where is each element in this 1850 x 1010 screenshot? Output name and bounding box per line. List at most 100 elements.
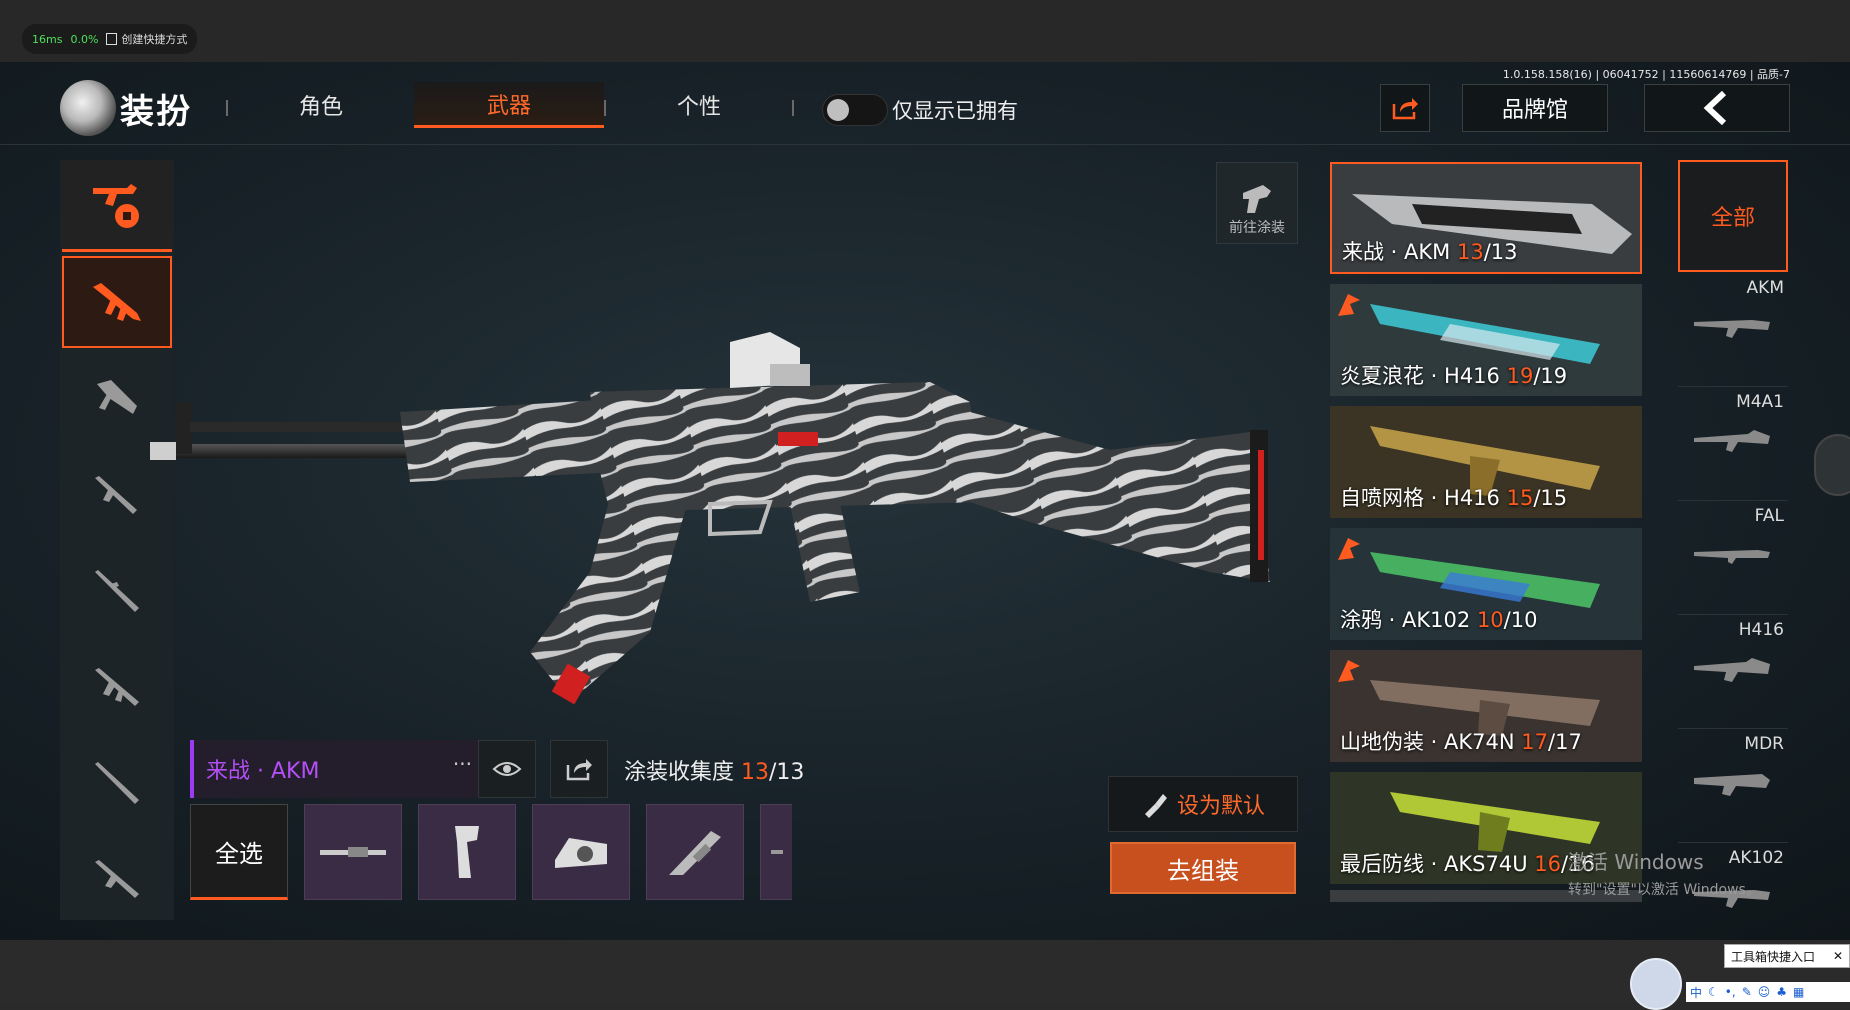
version-string: 1.0.158.158(16) | 06041752 | 11560614769… [1502,68,1790,81]
tab-weapon[interactable]: 武器 [414,82,604,128]
emoji-icon[interactable]: ☺ [1758,985,1771,999]
more-options-button[interactable]: ··· [453,752,472,776]
ime-indicator[interactable]: 中 [1690,984,1702,1001]
punctuation-icon[interactable]: •, [1725,985,1736,999]
goto-paint-button[interactable]: 前往涂装 [1216,162,1298,244]
skin-card[interactable]: 来战 · AKM 13/13 [1330,162,1642,274]
tab-label: 武器 [486,93,531,119]
close-icon[interactable]: ✕ [1833,949,1843,963]
weapon-filter-sidebar: 全部 AKM M4A1 FAL H416 MDR AK102 [1678,160,1788,940]
sniper-icon [95,570,139,612]
windows-activation-watermark: 激活 Windows 转到"设置"以激活 Windows。 [1568,846,1760,899]
share-icon [566,759,592,781]
event-flag-icon [1338,294,1360,316]
stock-part-icon [669,831,721,875]
part-optic[interactable] [532,804,630,900]
optic-part-icon [555,838,607,868]
part-magazine[interactable] [418,804,516,900]
skin-card-label: 最后防线 · AKS74U 16/16 [1340,852,1595,876]
activation-subtitle: 转到"设置"以激活 Windows。 [1568,882,1760,898]
share-skin-button[interactable] [550,740,608,798]
paint-gun-icon [1243,185,1271,213]
tab-label: 个性 [676,95,721,120]
tab-divider [792,100,794,116]
assemble-button[interactable]: 去组装 [1110,842,1296,894]
shotgun-icon [95,476,137,514]
shirt-icon[interactable]: ♣ [1776,985,1787,999]
dmr-icon [95,668,139,706]
moon-icon[interactable]: ☾ [1708,985,1719,999]
weapon-name: H416 [1738,620,1784,640]
side-drawer-handle[interactable] [1814,434,1850,496]
select-all-button[interactable]: 全选 [190,804,288,900]
weapon-name: FAL [1754,506,1784,526]
spray-brush-icon [1144,794,1167,818]
category-all[interactable] [62,160,172,252]
latency-readout: 16ms [32,32,63,46]
lmg-icon [95,860,139,898]
part-barrel[interactable] [304,804,402,900]
selected-skin-name: 来战 · AKM [206,759,320,784]
skin-card-label: 来战 · AKM 13/13 [1342,240,1518,264]
collection-current: 13 [741,760,770,785]
filter-weapon-m4a1[interactable]: M4A1 [1678,390,1788,501]
window-bottom-border [0,940,1850,1002]
skin-card-label: 山地伪装 · AK74N 17/17 [1340,730,1582,754]
brand-hall-label: 品牌馆 [1501,98,1568,123]
filter-weapon-akm[interactable]: AKM [1678,276,1788,387]
set-default-label: 设为默认 [1176,794,1265,819]
share-icon [1392,98,1418,120]
rifle-icon [1694,774,1770,796]
part-stock[interactable] [646,804,744,900]
partial-part-icon [770,850,783,854]
shortcut-icon [106,33,118,45]
performance-overlay[interactable]: 16ms 0.0% 创建快捷方式 [22,24,198,54]
skin-card[interactable]: 炎夏浪花 · H416 19/19 [1330,284,1642,396]
cpu-readout: 0.0% [70,32,99,46]
weapon-name: MDR [1744,734,1784,754]
share-button[interactable] [1380,84,1430,132]
skin-card[interactable]: 山地伪装 · AK74N 17/17 [1330,650,1642,762]
eye-icon [492,762,522,776]
page-title: 装扮 [120,92,192,132]
grip-part-icon [455,826,479,878]
skin-card[interactable]: 涂鸦 · AK102 10/10 [1330,528,1642,640]
skin-card[interactable]: 自喷网格 · H416 15/15 [1330,406,1642,518]
category-lmg[interactable] [62,832,172,924]
rifle-icon [1694,550,1770,564]
filter-all-button[interactable]: 全部 [1678,160,1788,272]
create-shortcut-label: 创建快捷方式 [121,33,188,46]
back-button[interactable] [1644,84,1790,132]
filter-weapon-fal[interactable]: FAL [1678,504,1788,615]
barrel-part-icon [320,847,386,857]
marksman-icon [95,762,139,804]
tab-personality[interactable]: 个性 [604,82,794,128]
event-flag-icon [1338,660,1360,682]
brand-hall-button[interactable]: 品牌馆 [1462,84,1608,132]
owned-only-toggle[interactable] [822,94,888,126]
select-all-label: 全选 [215,839,263,868]
part-more[interactable] [760,804,792,900]
preview-eye-button[interactable] [478,740,536,798]
grid-icon[interactable]: ▦ [1793,985,1804,999]
weapon-preview-akm[interactable] [150,272,1330,792]
assemble-label: 去组装 [1167,856,1239,885]
filter-weapon-h416[interactable]: H416 [1678,618,1788,729]
assault-rifle-icon [93,283,141,321]
toolbox-shortcut-popup[interactable]: 工具箱快捷入口 ✕ [1724,944,1850,968]
assistant-avatar[interactable] [1630,958,1682,1010]
all-weapons-icon [93,183,139,228]
goto-paint-label: 前往涂装 [1229,220,1285,236]
smg-icon [97,380,137,414]
create-shortcut-button[interactable]: 创建快捷方式 [106,31,187,47]
game-view: 1.0.158.158(16) | 06041752 | 11560614769… [0,62,1850,940]
set-default-button[interactable]: 设为默认 [1108,776,1298,832]
skin-card-label: 炎夏浪花 · H416 19/19 [1340,364,1568,388]
filter-weapon-mdr[interactable]: MDR [1678,732,1788,843]
system-tray: 中 ☾ •, ✎ ☺ ♣ ▦ [1686,982,1850,1002]
tab-character[interactable]: 角色 [226,82,416,128]
rifle-icon [1694,658,1770,682]
toolbox-label: 工具箱快捷入口 [1731,949,1816,964]
selected-skin-bar: 来战 · AKM ··· [190,740,484,798]
wrench-icon[interactable]: ✎ [1742,985,1752,999]
